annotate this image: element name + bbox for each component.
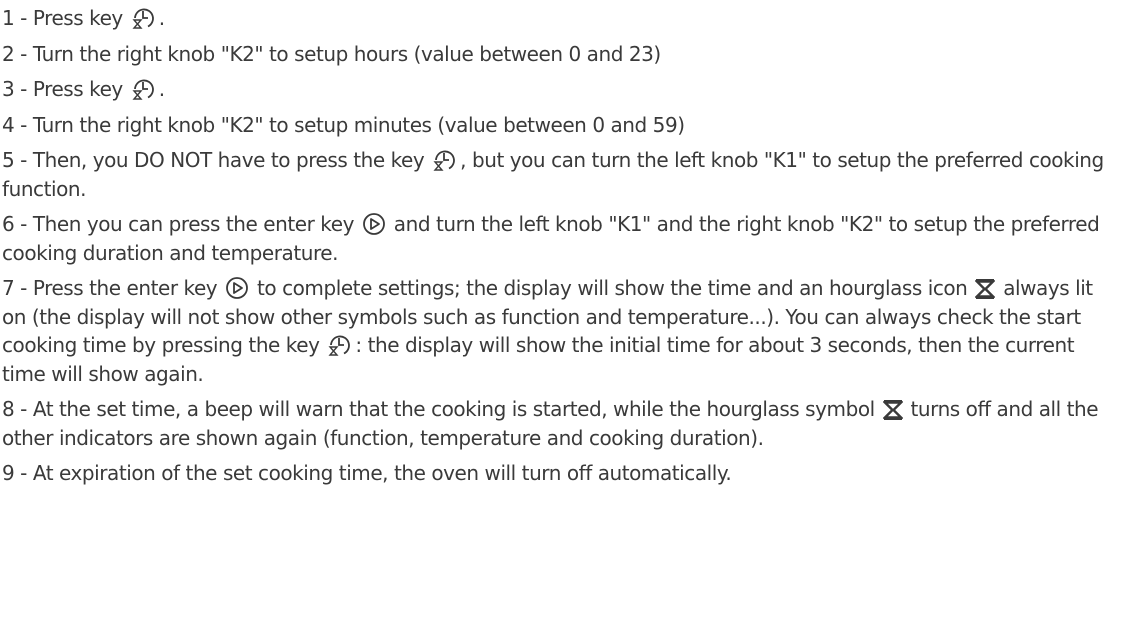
clock-key-icon (131, 77, 157, 101)
hourglass-icon (975, 278, 996, 300)
hourglass-icon (882, 399, 903, 421)
step-1: 1 - Press key . (2, 4, 1121, 33)
step-3: 3 - Press key . (2, 75, 1121, 104)
clock-key-icon (432, 148, 458, 172)
step-8: 8 - At the set time, a beep will warn th… (2, 395, 1121, 452)
step-1-end: . (158, 6, 165, 30)
step-5: 5 - Then, you DO NOT have to press the k… (2, 146, 1121, 203)
step-9: 9 - At expiration of the set cooking tim… (2, 459, 1121, 488)
step-2: 2 - Turn the right knob "K2" to setup ho… (2, 40, 1121, 69)
step-6-text: 6 - Then you can press the enter key (2, 212, 360, 236)
step-6: 6 - Then you can press the enter key and… (2, 210, 1121, 267)
step-7-text: 7 - Press the enter key (2, 276, 224, 300)
step-9-text: 9 - At expiration of the set cooking tim… (2, 461, 732, 485)
step-5-text: 5 - Then, you DO NOT have to press the k… (2, 148, 431, 172)
clock-key-icon (131, 6, 157, 30)
enter-key-icon (225, 276, 249, 300)
clock-key-icon (327, 333, 353, 357)
enter-key-icon (362, 212, 386, 236)
step-4: 4 - Turn the right knob "K2" to setup mi… (2, 111, 1121, 140)
step-7-text-b: to complete settings; the display will s… (251, 276, 974, 300)
step-7: 7 - Press the enter key to complete sett… (2, 274, 1121, 388)
step-4-text: 4 - Turn the right knob "K2" to setup mi… (2, 112, 685, 137)
step-3-text: 3 - Press key (2, 77, 129, 101)
step-3-end: . (158, 77, 165, 101)
step-8-text: 8 - At the set time, a beep will warn th… (2, 397, 881, 421)
step-1-text: 1 - Press key (2, 6, 129, 30)
instructions-document: 1 - Press key . 2 - Turn the right knob … (0, 0, 1121, 488)
step-2-text: 2 - Turn the right knob "K2" to setup ho… (2, 41, 661, 66)
